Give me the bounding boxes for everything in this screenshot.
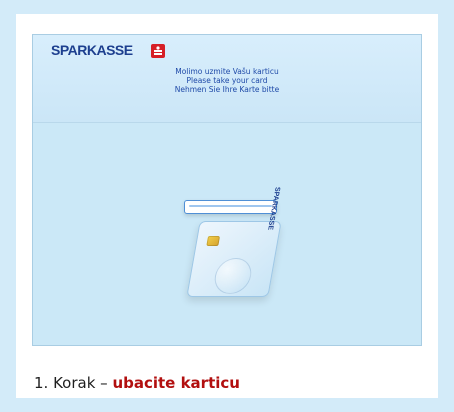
sparkasse-logo-icon (151, 44, 165, 58)
step-number-label: 1. Korak – (34, 374, 113, 392)
message-english: Please take your card (186, 76, 268, 85)
atm-screen: SPARKASSE Molimo uzmite Vašu karticu Ple… (32, 34, 422, 346)
card-slot (184, 200, 277, 214)
bank-card: SPARKASSE (186, 187, 282, 297)
illustration-frame: SPARKASSE Molimo uzmite Vašu karticu Ple… (0, 0, 454, 412)
message-german: Nehmen Sie Ihre Karte bitte (174, 85, 280, 94)
step-caption: 1. Korak – ubacite karticu (34, 374, 240, 392)
card-chip-icon (206, 236, 221, 246)
sparkasse-logo-text: SPARKASSE (51, 42, 133, 58)
illustration-panel: SPARKASSE Molimo uzmite Vašu karticu Ple… (16, 14, 438, 398)
card-hologram-icon (211, 258, 255, 294)
message-bosnian: Molimo uzmite Vašu karticu (175, 67, 279, 76)
screen-header: SPARKASSE Molimo uzmite Vašu karticu Ple… (33, 35, 421, 123)
step-action-label: ubacite karticu (112, 374, 240, 392)
instruction-messages: Molimo uzmite Vašu karticu Please take y… (33, 67, 421, 94)
card-slot-opening (189, 205, 272, 207)
